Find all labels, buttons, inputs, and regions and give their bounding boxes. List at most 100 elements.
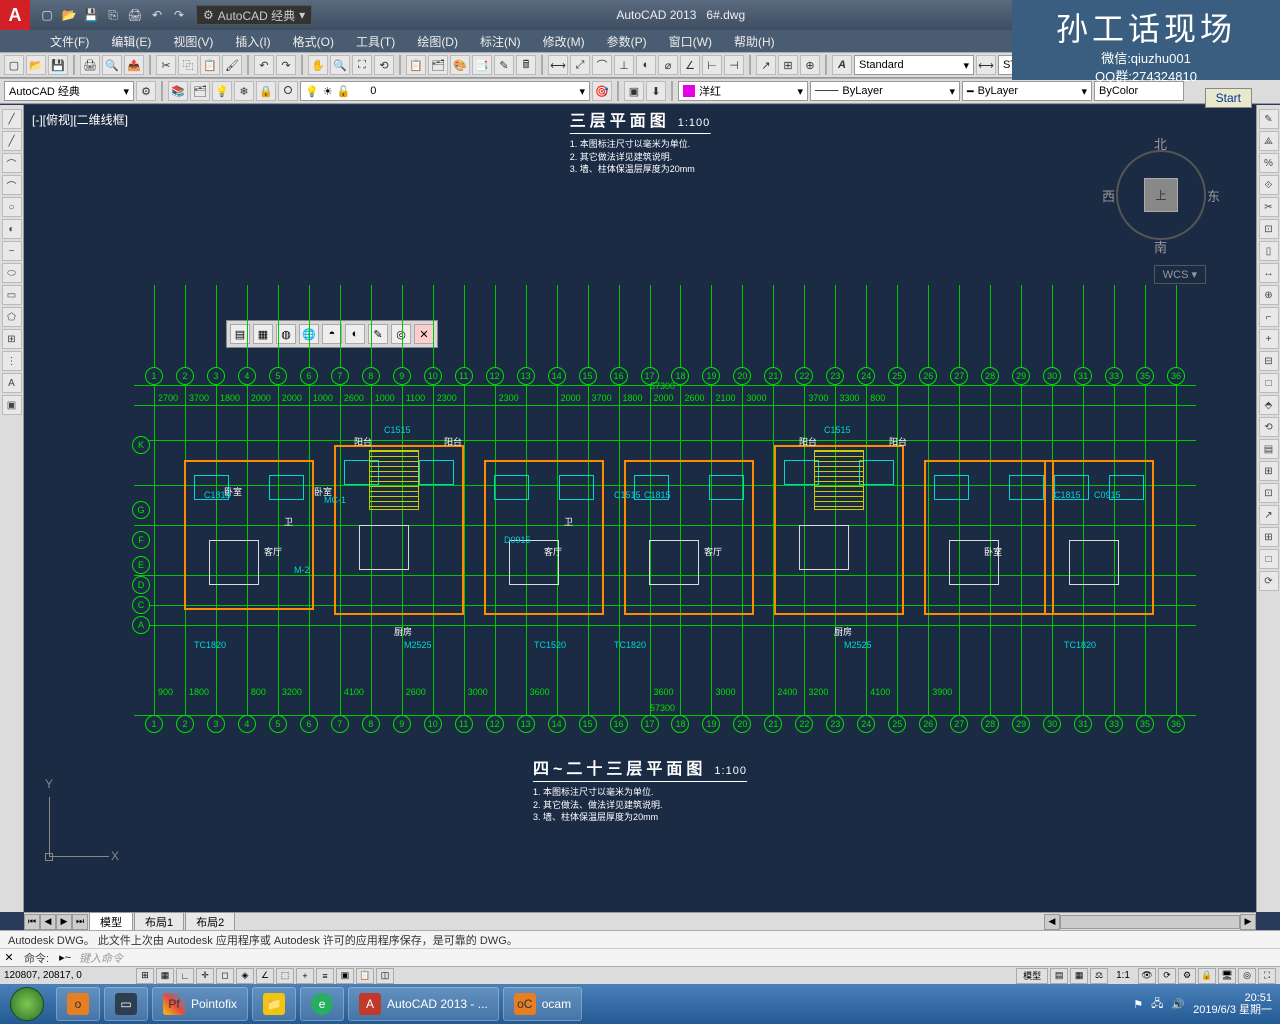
block-icon[interactable]: ▣ — [624, 81, 644, 101]
menu-item[interactable]: 工具(T) — [346, 31, 405, 52]
viewcube-north[interactable]: 北 — [1154, 134, 1167, 153]
menu-item[interactable]: 绘图(D) — [407, 31, 468, 52]
modify-tool-17[interactable]: ⊡ — [1259, 483, 1279, 503]
otrack-icon[interactable]: ∠ — [256, 968, 274, 984]
modify-tool-8[interactable]: ⊕ — [1259, 285, 1279, 305]
menu-item[interactable]: 参数(P) — [597, 31, 657, 52]
tpy-icon[interactable]: ▣ — [336, 968, 354, 984]
modify-tool-9[interactable]: ⌐ — [1259, 307, 1279, 327]
leader-icon[interactable]: ↗ — [756, 55, 776, 75]
linetype-dropdown[interactable]: ───ByLayer▾ — [810, 81, 960, 101]
taskbar-autocad[interactable]: AAutoCAD 2013 - ... — [348, 987, 499, 1021]
copy-icon[interactable]: ⿻ — [178, 55, 198, 75]
workspace-dropdown[interactable]: ⚙ AutoCAD 经典 ▾ — [196, 5, 312, 25]
draw-tool-12[interactable]: A — [2, 373, 22, 393]
dim-rad-icon[interactable]: ◐ — [636, 55, 656, 75]
tab-layout2[interactable]: 布局2 — [185, 912, 235, 932]
qp-icon[interactable]: 📋 — [356, 968, 374, 984]
modify-tool-20[interactable]: □ — [1259, 549, 1279, 569]
viewcube-south[interactable]: 南 — [1154, 237, 1167, 256]
tab-first-icon[interactable]: ⏮ — [24, 914, 40, 930]
dim-aligned-icon[interactable]: ⤢ — [570, 55, 590, 75]
undo-icon[interactable]: ↶ — [254, 55, 274, 75]
lock-ui-icon[interactable]: 🔒 — [1198, 968, 1216, 984]
qat-new-icon[interactable]: ▢ — [38, 6, 56, 24]
modify-tool-3[interactable]: ⟐ — [1259, 175, 1279, 195]
tray-volume-icon[interactable]: 🔊 — [1171, 998, 1185, 1011]
dim-dia-icon[interactable]: ⌀ — [658, 55, 678, 75]
anno-scale-value[interactable]: 1:1 — [1110, 970, 1136, 981]
view-cube[interactable]: 上 北 南 东 西 — [1106, 140, 1216, 250]
grid-icon[interactable]: ▦ — [156, 968, 174, 984]
modify-tool-11[interactable]: ⊟ — [1259, 351, 1279, 371]
isolate-icon[interactable]: ◎ — [1238, 968, 1256, 984]
tab-layout1[interactable]: 布局1 — [134, 912, 184, 932]
app-logo[interactable]: A — [0, 0, 30, 30]
menu-item[interactable]: 帮助(H) — [724, 31, 785, 52]
dim-cont-icon[interactable]: ⊣ — [724, 55, 744, 75]
annovis-icon[interactable]: 👁 — [1138, 968, 1156, 984]
modify-tool-2[interactable]: % — [1259, 153, 1279, 173]
ws-switch-icon[interactable]: ⚙ — [1178, 968, 1196, 984]
dim-ang-icon[interactable]: ∠ — [680, 55, 700, 75]
dyn-icon[interactable]: + — [296, 968, 314, 984]
layer-freeze-icon[interactable]: ❄ — [234, 81, 254, 101]
qat-save-icon[interactable]: 💾 — [82, 6, 100, 24]
wcs-indicator[interactable]: WCS ▾ — [1154, 265, 1206, 284]
modify-tool-4[interactable]: ✂ — [1259, 197, 1279, 217]
modify-tool-14[interactable]: ⟲ — [1259, 417, 1279, 437]
tab-prev-icon[interactable]: ◀ — [40, 914, 56, 930]
color-dropdown[interactable]: 洋红▾ — [678, 81, 808, 101]
taskbar-app-1[interactable]: o — [56, 987, 100, 1021]
sc-icon[interactable]: ◫ — [376, 968, 394, 984]
draw-tool-5[interactable]: ◐ — [2, 219, 22, 239]
layer-off-icon[interactable]: ⭘ — [278, 81, 298, 101]
open-icon[interactable]: 📂 — [26, 55, 46, 75]
layer-states-icon[interactable]: 🗂 — [190, 81, 210, 101]
zoom-window-icon[interactable]: ⛶ — [352, 55, 372, 75]
coordinates[interactable]: 120807, 20817, 0 — [4, 970, 134, 981]
menu-item[interactable]: 插入(I) — [225, 31, 280, 52]
draw-tool-0[interactable]: ╱ — [2, 109, 22, 129]
snap-icon[interactable]: ⊞ — [136, 968, 154, 984]
command-line[interactable]: ✕ 命令: ▸~ 键入命令 — [0, 948, 1280, 966]
markup-icon[interactable]: ✎ — [494, 55, 514, 75]
workspace-dropdown-2[interactable]: AutoCAD 经典▾ — [4, 81, 134, 101]
taskbar-browser[interactable]: e — [300, 987, 344, 1021]
modify-tool-21[interactable]: ⟳ — [1259, 571, 1279, 591]
taskbar-app-2[interactable]: ▭ — [104, 987, 148, 1021]
layer-dropdown[interactable]: 💡☀🔓0▾ — [300, 81, 590, 101]
save-icon[interactable]: 💾 — [48, 55, 68, 75]
modify-tool-7[interactable]: ↔ — [1259, 263, 1279, 283]
modify-tool-15[interactable]: ▤ — [1259, 439, 1279, 459]
menu-item[interactable]: 视图(V) — [163, 31, 223, 52]
dim-icon[interactable]: ⟷ — [976, 55, 996, 75]
hscrollbar[interactable] — [1060, 915, 1240, 929]
qat-redo-icon[interactable]: ↷ — [170, 6, 188, 24]
zoom-icon[interactable]: 🔍 — [330, 55, 350, 75]
menu-item[interactable]: 编辑(E) — [101, 31, 161, 52]
start-button[interactable] — [0, 984, 54, 1024]
toolpalette-icon[interactable]: 🎨 — [450, 55, 470, 75]
calc-icon[interactable]: 🖩 — [516, 55, 536, 75]
menu-item[interactable]: 标注(N) — [470, 31, 531, 52]
text-style-dropdown[interactable]: Standard▾ — [854, 55, 974, 75]
menu-item[interactable]: 窗口(W) — [659, 31, 722, 52]
drawing-canvas[interactable]: [-][俯视][二维线框] 三层平面图1:100 1. 本图标注尺寸以毫米为单位… — [24, 105, 1256, 912]
hardware-icon[interactable]: 🖥 — [1218, 968, 1236, 984]
layer-match-icon[interactable]: 🎯 — [592, 81, 612, 101]
draw-tool-1[interactable]: ╱ — [2, 131, 22, 151]
paste-icon[interactable]: 📋 — [200, 55, 220, 75]
menu-item[interactable]: 修改(M) — [533, 31, 595, 52]
draw-tool-7[interactable]: ⬭ — [2, 263, 22, 283]
draw-tool-4[interactable]: ○ — [2, 197, 22, 217]
match-icon[interactable]: 🖌 — [222, 55, 242, 75]
plot-icon[interactable]: 🖨 — [80, 55, 100, 75]
cmd-close-icon[interactable]: ✕ — [0, 951, 18, 964]
modify-tool-18[interactable]: ↗ — [1259, 505, 1279, 525]
modify-tool-12[interactable]: □ — [1259, 373, 1279, 393]
clean-icon[interactable]: ⛶ — [1258, 968, 1276, 984]
modify-tool-5[interactable]: ⊡ — [1259, 219, 1279, 239]
modify-tool-13[interactable]: ⬘ — [1259, 395, 1279, 415]
hscroll-right-icon[interactable]: ▶ — [1240, 914, 1256, 930]
